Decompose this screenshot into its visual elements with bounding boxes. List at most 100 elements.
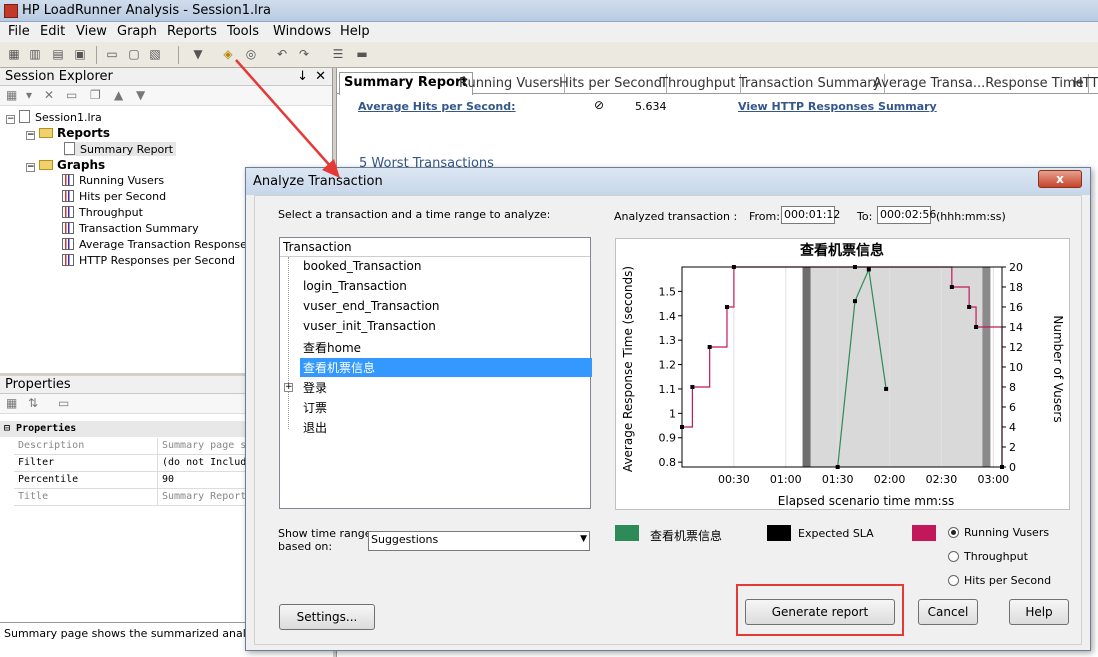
- save-icon[interactable]: ▣: [72, 46, 88, 62]
- analyze-transaction-icon[interactable]: ◈: [220, 46, 236, 62]
- menu-graph[interactable]: Graph: [117, 24, 157, 39]
- properties-icon[interactable]: ▧: [147, 46, 163, 62]
- cancel-button[interactable]: Cancel: [918, 599, 978, 625]
- transaction-item[interactable]: vuser_end_Transaction: [300, 298, 443, 317]
- chevron-down-icon[interactable]: ▼: [580, 534, 587, 544]
- undo-icon[interactable]: ↶: [274, 46, 290, 62]
- chart-xlabel: Elapsed scenario time mm:ss: [778, 494, 954, 508]
- close-icon[interactable]: ✕: [315, 68, 326, 86]
- transaction-item[interactable]: login_Transaction: [300, 278, 410, 297]
- rename-icon[interactable]: ▭: [66, 88, 77, 102]
- generate-report-button[interactable]: Generate report: [745, 599, 895, 625]
- from-time-input[interactable]: 000:01:12: [781, 206, 840, 224]
- new-session-icon[interactable]: ▦: [6, 46, 22, 62]
- collapse-icon[interactable]: −: [6, 115, 15, 124]
- collapse-icon[interactable]: −: [26, 163, 35, 172]
- chart-title: 查看机票信息: [800, 242, 884, 259]
- transaction-item[interactable]: 登录: [300, 378, 330, 397]
- x-tick-label: 00:30: [718, 473, 750, 486]
- sort-az-icon[interactable]: ⇅: [28, 396, 38, 410]
- report-doc-icon: [64, 142, 75, 155]
- transaction-item-selected[interactable]: 查看机票信息: [300, 358, 592, 377]
- collapse-icon[interactable]: −: [26, 131, 35, 140]
- tab-hits-per-second[interactable]: Hits per Second: [555, 74, 667, 94]
- collapse-icon[interactable]: ⊟: [4, 423, 16, 434]
- radio-throughput-label[interactable]: Throughput: [964, 550, 1028, 563]
- x-tick-label: 01:00: [770, 473, 802, 486]
- comment-icon[interactable]: ▭: [104, 46, 120, 62]
- tree-graphs[interactable]: − Graphs: [26, 158, 105, 172]
- settings-button[interactable]: Settings...: [279, 604, 375, 630]
- to-time-input[interactable]: 000:02:56: [877, 206, 936, 224]
- radio-running-vusers[interactable]: [948, 527, 959, 538]
- menu-help[interactable]: Help: [340, 24, 370, 39]
- transaction-item[interactable]: 订票: [300, 398, 330, 417]
- transaction-item[interactable]: booked_Transaction: [300, 258, 424, 277]
- tree-summary-report[interactable]: Summary Report: [64, 142, 177, 156]
- tree-graph-throughput[interactable]: Throughput: [62, 206, 143, 219]
- tree-graph-running-vusers[interactable]: Running Vusers: [62, 174, 164, 187]
- from-label: From:: [749, 210, 780, 223]
- transaction-list[interactable]: Transaction booked_Transaction login_Tra…: [279, 237, 592, 509]
- http-responses-link[interactable]: View HTTP Responses Summary: [738, 100, 937, 113]
- radio-hits-per-second-label[interactable]: Hits per Second: [964, 574, 1051, 587]
- export-icon[interactable]: ▬: [354, 46, 370, 62]
- transaction-item[interactable]: vuser_init_Transaction: [300, 318, 439, 337]
- time-ranges-select[interactable]: Suggestions ▼: [368, 531, 590, 551]
- dropdown-icon[interactable]: ▾: [26, 88, 32, 102]
- session-explorer-title: Session Explorer: [5, 69, 113, 84]
- app-icon: [4, 4, 18, 18]
- y2-tick-label: 4: [1009, 421, 1016, 434]
- property-pages-icon[interactable]: ▭: [58, 396, 69, 410]
- x-tick-label: 02:00: [874, 473, 906, 486]
- report-icon[interactable]: ▢: [126, 46, 142, 62]
- menu-tools[interactable]: Tools: [227, 24, 259, 39]
- y2-tick-label: 20: [1009, 261, 1023, 274]
- tree-graph-transaction-summary[interactable]: Transaction Summary: [62, 222, 199, 235]
- open-session-icon[interactable]: ▥: [27, 46, 43, 62]
- tree-graph-hits-per-second[interactable]: Hits per Second: [62, 190, 166, 203]
- tab-average-response-time[interactable]: Average Transa...Response Time: [869, 74, 1089, 94]
- radio-hits-per-second[interactable]: [948, 575, 959, 586]
- delete-icon[interactable]: ✕: [44, 88, 54, 102]
- copy-icon[interactable]: ❐: [90, 88, 101, 102]
- tree-graph-http-responses[interactable]: HTTP Responses per Second: [62, 254, 235, 267]
- cross-results-icon[interactable]: ▤: [50, 46, 66, 62]
- menu-view[interactable]: View: [76, 24, 107, 39]
- move-down-icon[interactable]: ▼: [136, 88, 145, 102]
- tree-root[interactable]: − Session1.lra: [6, 110, 102, 124]
- dialog-close-button[interactable]: x: [1038, 170, 1082, 188]
- radio-running-vusers-label[interactable]: Running Vusers: [964, 526, 1049, 539]
- tab-transaction-summary[interactable]: Transaction Summary: [735, 74, 886, 94]
- tab-summary-report[interactable]: Summary Report: [339, 72, 473, 95]
- add-item-icon[interactable]: ▦: [6, 88, 17, 102]
- expand-icon[interactable]: +: [284, 383, 293, 392]
- y2-tick-label: 10: [1009, 361, 1023, 374]
- data-point: [967, 305, 972, 309]
- tab-http[interactable]: HTTP: [1069, 74, 1098, 94]
- legend-icon[interactable]: ☰: [330, 46, 346, 62]
- avg-hits-link[interactable]: Average Hits per Second:: [358, 100, 516, 113]
- menu-bar: File Edit View Graph Reports Tools Windo…: [0, 22, 1098, 42]
- help-button[interactable]: Help: [1009, 599, 1069, 625]
- toolbar-separator: [178, 46, 179, 64]
- tab-throughput[interactable]: Throughput: [656, 74, 741, 94]
- transaction-item[interactable]: 查看home: [300, 338, 364, 357]
- move-up-icon[interactable]: ▲: [114, 88, 123, 102]
- y-tick-label: 1.2: [659, 359, 677, 372]
- categorized-icon[interactable]: ▦: [6, 396, 17, 410]
- menu-edit[interactable]: Edit: [40, 24, 65, 39]
- filter-icon[interactable]: ▼: [190, 46, 206, 62]
- zoom-icon[interactable]: ◎: [243, 46, 259, 62]
- transaction-item[interactable]: 退出: [300, 418, 330, 437]
- menu-windows[interactable]: Windows: [273, 24, 331, 39]
- menu-file[interactable]: File: [8, 24, 30, 39]
- redo-icon[interactable]: ↷: [296, 46, 312, 62]
- data-point: [852, 299, 857, 304]
- radio-throughput[interactable]: [948, 551, 959, 562]
- y2-tick-label: 14: [1009, 321, 1023, 334]
- pin-icon[interactable]: ↓: [297, 68, 308, 86]
- tree-reports[interactable]: − Reports: [26, 126, 110, 140]
- menu-reports[interactable]: Reports: [167, 24, 217, 39]
- tab-running-vusers[interactable]: Running Vusers: [455, 74, 565, 94]
